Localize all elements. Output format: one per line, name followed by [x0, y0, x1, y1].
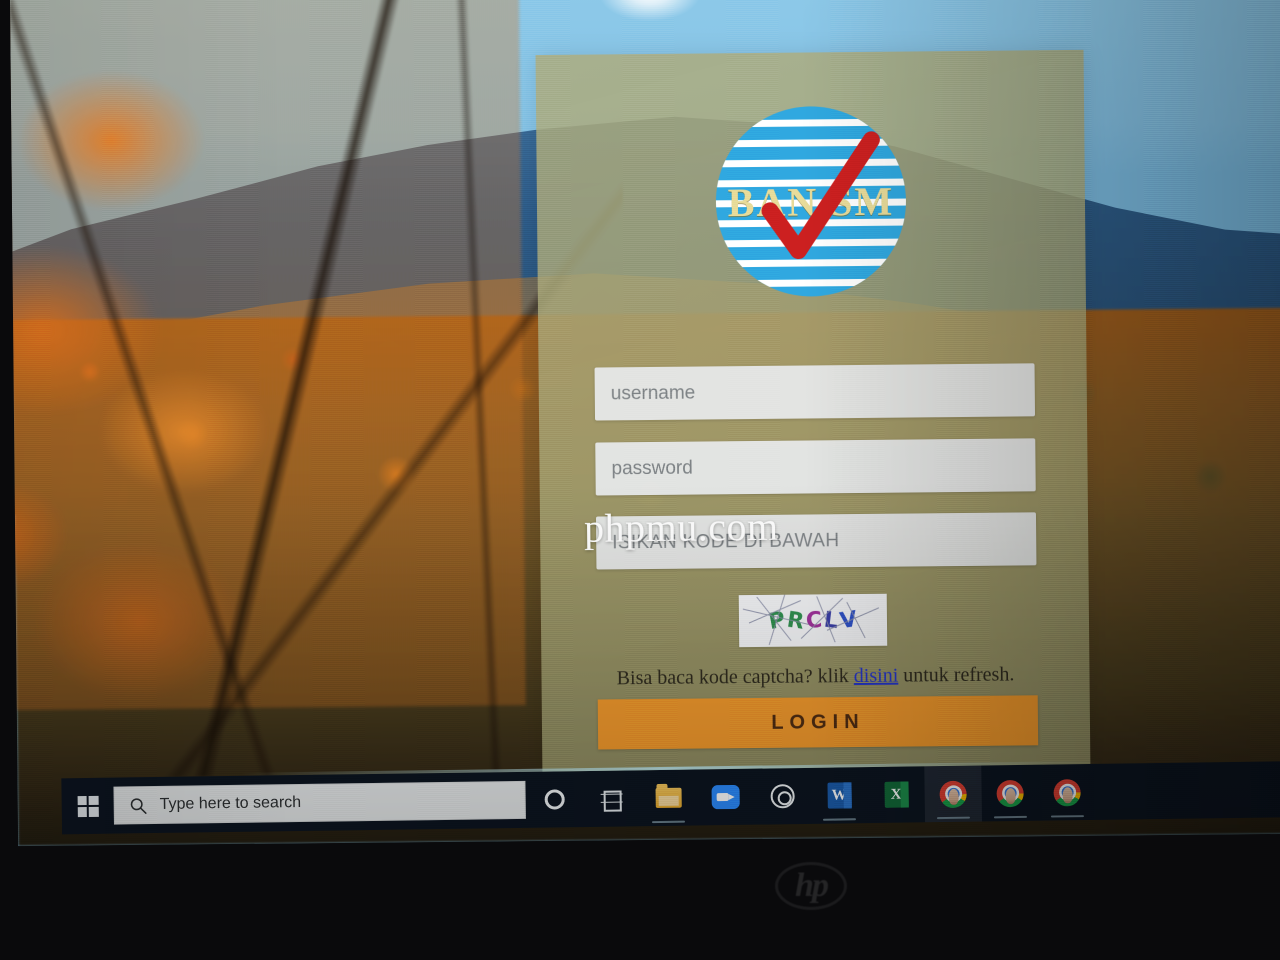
word-glyph-icon: W	[826, 782, 852, 809]
chrome-logo-icon	[1053, 778, 1081, 806]
captcha-refresh-hint: Bisa baca kode captcha? klik disini untu…	[541, 663, 1089, 691]
chrome-logo-icon	[996, 779, 1024, 807]
captcha-input[interactable]	[595, 512, 1037, 570]
captcha-image[interactable]: PRCLV	[738, 593, 888, 648]
running-indicator	[651, 820, 686, 824]
laptop-screen: BAN SM PRCLV	[9, 0, 1280, 847]
username-input[interactable]	[594, 363, 1036, 421]
hp-brand-logo: hp	[775, 862, 847, 910]
search-placeholder-text: Type here to search	[159, 794, 302, 813]
obs-circle-icon	[769, 784, 795, 809]
running-indicator	[936, 816, 970, 820]
task-view-icon[interactable]	[582, 770, 640, 827]
task-view-glyph-icon	[600, 790, 622, 807]
logo-checkmark-icon	[761, 131, 880, 260]
ban-sm-login-panel: BAN SM PRCLV	[535, 49, 1091, 774]
running-indicator	[993, 815, 1027, 819]
taskbar-search-input[interactable]: Type here to search	[113, 780, 526, 825]
password-input[interactable]	[595, 438, 1036, 496]
login-button[interactable]: LOGIN	[597, 695, 1039, 750]
hint-text-before: Bisa baca kode captcha? klik	[616, 665, 854, 690]
cortana-icon[interactable]	[525, 771, 583, 828]
word-icon[interactable]: W	[810, 767, 868, 824]
windows-start-button[interactable]	[61, 778, 114, 835]
chrome-logo-icon	[939, 780, 967, 808]
photo-of-laptop-screen: hp BAN SM username password ISIKAN KODE …	[0, 0, 1280, 960]
cortana-ring-icon	[544, 789, 565, 810]
captcha-noise-lines	[742, 594, 880, 646]
excel-glyph-icon: X	[883, 781, 909, 808]
captcha-refresh-link[interactable]: disini	[854, 665, 899, 687]
chrome-icon-2[interactable]	[981, 765, 1039, 822]
hint-text-after: untuk refresh.	[898, 663, 1015, 687]
folder-icon	[655, 787, 682, 809]
excel-icon[interactable]: X	[867, 766, 925, 823]
zoom-camera-icon	[710, 784, 740, 810]
windows-logo-icon	[77, 795, 99, 817]
obs-studio-icon[interactable]	[753, 768, 811, 825]
ban-sm-logo: BAN SM	[715, 105, 907, 298]
running-indicator	[822, 817, 856, 821]
running-indicator	[1050, 814, 1084, 818]
chrome-icon-3[interactable]	[1038, 764, 1096, 821]
zoom-icon[interactable]	[696, 769, 754, 826]
file-explorer-icon[interactable]	[639, 769, 697, 826]
search-icon	[130, 797, 147, 814]
chrome-icon-1[interactable]	[924, 765, 983, 823]
